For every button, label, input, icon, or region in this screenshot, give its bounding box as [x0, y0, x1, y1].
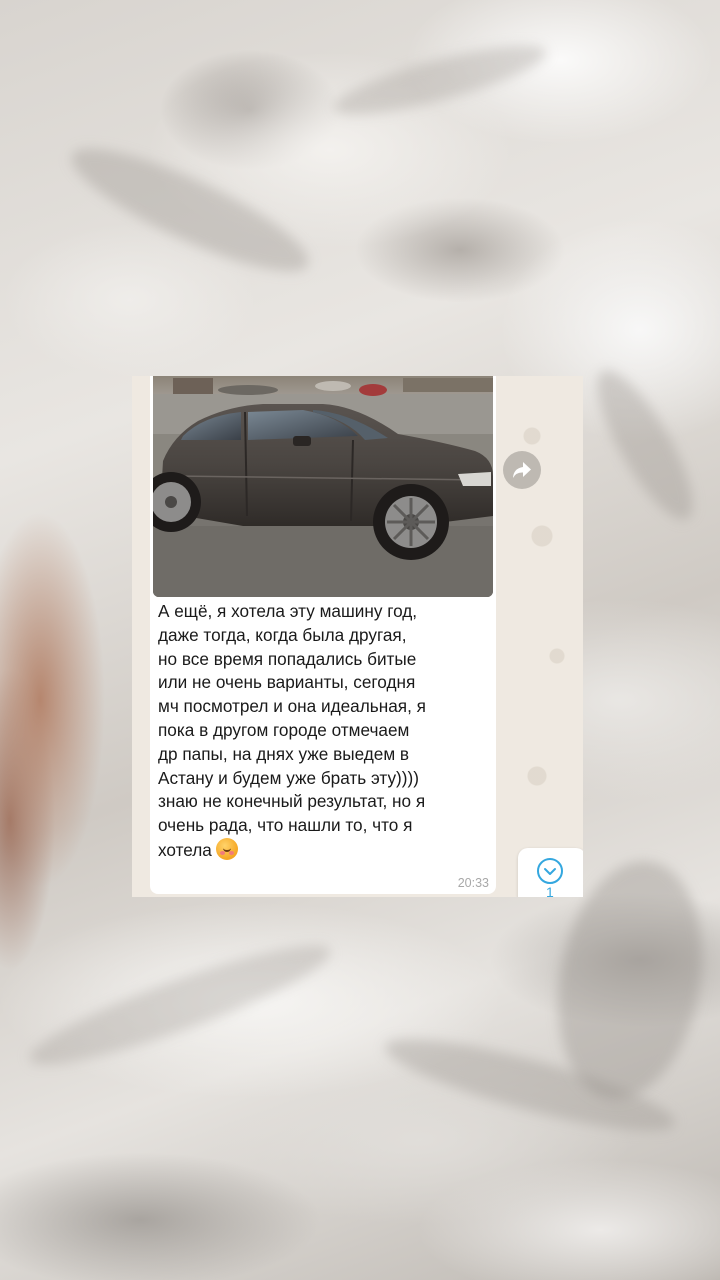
message-body: А ещё, я хотела эту машину год, даже тог…: [158, 601, 426, 860]
chat-screenshot: А ещё, я хотела эту машину год, даже тог…: [132, 376, 583, 897]
sheet-fold: [59, 127, 321, 293]
message-bubble[interactable]: А ещё, я хотела эту машину год, даже тог…: [150, 376, 496, 894]
sheet-fold: [580, 358, 710, 532]
unread-count: 1: [546, 884, 554, 897]
smiling-face-with-hearts-icon: [215, 837, 238, 860]
chevron-down-icon: [544, 868, 556, 875]
car-photo[interactable]: [153, 376, 493, 597]
forward-button[interactable]: [503, 451, 541, 489]
sheet-fold: [21, 926, 339, 1084]
scroll-down-circle: [537, 858, 563, 884]
message-timestamp: 20:33: [457, 876, 489, 890]
sheet-fold: [328, 32, 552, 128]
message-text: А ещё, я хотела эту машину год, даже тог…: [158, 600, 488, 863]
scroll-down-button[interactable]: 1: [518, 848, 583, 897]
forward-arrow-icon: [513, 462, 531, 478]
car-photo-image: [153, 376, 493, 597]
